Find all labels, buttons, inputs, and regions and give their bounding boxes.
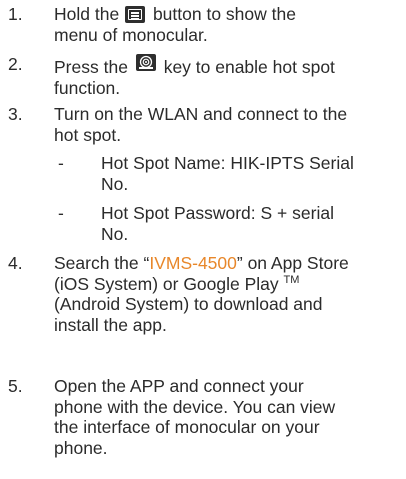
step-number: 4. — [8, 253, 23, 273]
step-5-line-1: Open the APP and connect your — [54, 376, 304, 396]
subitem-line-1: Hot Spot Password: S + serial — [101, 203, 334, 223]
step-4-line-1: Search the “IVMS-4500” on App Store — [54, 253, 349, 273]
step-number: 5. — [8, 376, 23, 396]
step-4-line-4: install the app. — [54, 314, 167, 335]
subitem-line-2: No. — [101, 223, 129, 244]
subitem-line-1: Hot Spot Name: HIK-IPTS Serial — [101, 153, 354, 173]
dash-bullet: - — [58, 203, 64, 223]
step-3-line-1: Turn on the WLAN and connect to the — [54, 104, 348, 124]
step-1-line-2: menu of monocular. — [54, 24, 208, 45]
dash-bullet: - — [58, 153, 64, 173]
trademark-mark: TM — [283, 273, 300, 286]
step-number: 1. — [8, 4, 23, 24]
menu-button-icon — [125, 6, 146, 23]
step-4-line-3: (Android System) to download and — [54, 294, 323, 314]
subitem-line-2: No. — [101, 173, 129, 194]
step-4-line-2: (iOS System) or Google Play TM — [54, 273, 300, 294]
step-number: 2. — [8, 54, 23, 74]
step-5-line-3: the interface of monocular on your — [54, 417, 320, 437]
hotspot-key-icon — [135, 54, 156, 71]
step-5-line-2: phone with the device. You can view — [54, 396, 336, 417]
step-1-line-1: Hold the button to show the — [54, 4, 296, 24]
step-number: 3. — [8, 104, 23, 124]
step-2-line-1: Press the key to enable hot spot — [54, 54, 400, 78]
step-5-line-4: phone. — [54, 437, 108, 458]
step-2-line-2: function. — [54, 77, 121, 98]
step-3-line-2: hot spot. — [54, 124, 122, 145]
app-name-link: IVMS-4500 — [149, 253, 237, 273]
